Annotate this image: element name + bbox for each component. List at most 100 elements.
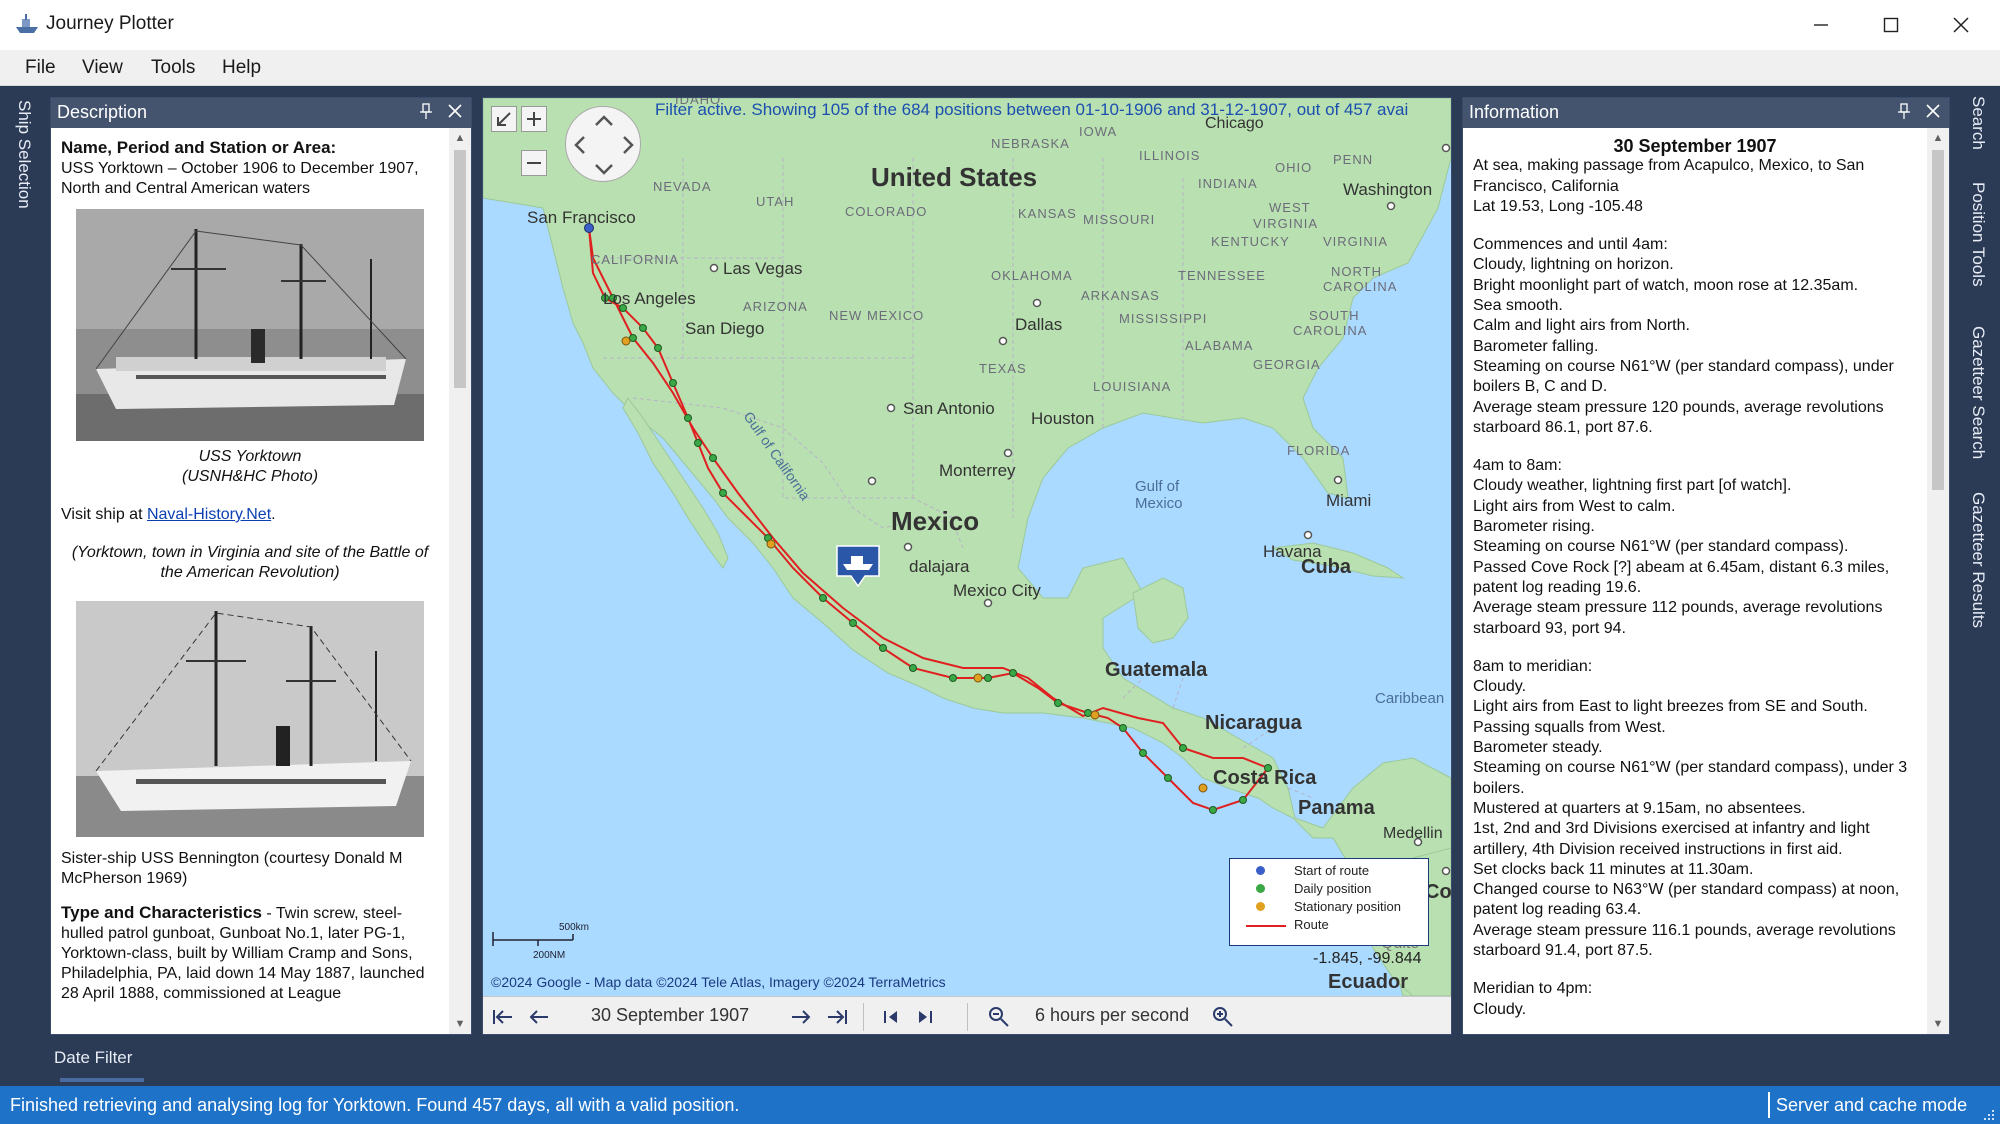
label-los-angeles: Los Angeles xyxy=(603,289,696,308)
information-panel-header: Information xyxy=(1463,98,1949,128)
log-date: 30 September 1907 xyxy=(1613,136,1777,156)
label-west-virginia: WEST xyxy=(1269,200,1311,215)
label-ohio: OHIO xyxy=(1275,160,1312,175)
close-window-button[interactable] xyxy=(1926,0,1996,50)
ship-photo-bennington xyxy=(76,601,424,837)
log-line: Steaming on course N61°W (per standard c… xyxy=(1473,538,1849,556)
label-indiana: INDIANA xyxy=(1198,176,1258,191)
next-day-button[interactable] xyxy=(789,1007,813,1027)
label-florida: FLORIDA xyxy=(1287,443,1350,458)
photo1-caption-name: USS Yorktown xyxy=(198,448,302,465)
tab-gazetteer-results[interactable]: Gazetteer Results xyxy=(1968,492,1988,628)
slower-button[interactable] xyxy=(987,1005,1011,1029)
log-line: Steaming on course N61°W (per standard c… xyxy=(1473,357,1894,396)
label-texas: TEXAS xyxy=(979,361,1027,376)
log-line: Calm and light airs from North. xyxy=(1473,317,1690,335)
label-las-vegas: Las Vegas xyxy=(723,259,802,278)
log-line: Bright moonlight part of watch, moon ros… xyxy=(1473,276,1859,294)
fit-route-button[interactable] xyxy=(491,106,517,132)
label-north-carolina-2: CAROLINA xyxy=(1323,279,1397,294)
label-oklahoma: OKLAHOMA xyxy=(991,268,1073,283)
menu-tools[interactable]: Tools xyxy=(151,57,195,79)
log-line: At sea, making passage from Acapulco, Me… xyxy=(1473,157,1865,195)
tab-position-tools[interactable]: Position Tools xyxy=(1968,182,1988,287)
map-legend: Start of route Daily position Stationary… xyxy=(1229,858,1429,946)
label-mexico: Mexico xyxy=(891,506,979,536)
visit-suffix: . xyxy=(271,506,276,523)
log-line: Light airs from West to calm. xyxy=(1473,497,1676,515)
label-monterrey: Monterrey xyxy=(939,461,1016,480)
label-houston: Houston xyxy=(1031,409,1094,428)
description-scrollbar[interactable]: ▲ ▼ xyxy=(449,128,471,1034)
status-mode: Server and cache mode xyxy=(1776,1095,1968,1115)
close-panel-icon[interactable] xyxy=(1925,102,1941,120)
information-panel-title: Information xyxy=(1469,102,1560,122)
naval-history-link[interactable]: Naval-History.Net xyxy=(147,506,271,523)
log-line: 4am to 8am: xyxy=(1473,457,1562,475)
tab-date-filter[interactable]: Date Filter xyxy=(50,1042,145,1082)
information-panel: Information 30 September 1907 At sea, ma… xyxy=(1462,97,1950,1035)
step-forward-button[interactable] xyxy=(915,1007,935,1027)
collapse-arrow-icon xyxy=(497,112,511,126)
coordinates-readout: -1.845, -99.844 xyxy=(1313,950,1422,967)
scroll-up-icon[interactable]: ▲ xyxy=(454,132,466,144)
map-view[interactable]: 500km 200NM United States Mexico Cuba Gu… xyxy=(482,97,1452,1035)
town-note: (Yorktown, town in Virginia and site of … xyxy=(71,544,429,581)
tab-search[interactable]: Search xyxy=(1968,96,1988,150)
faster-button[interactable] xyxy=(1211,1005,1235,1029)
ship-photo-yorktown xyxy=(76,209,424,441)
label-missouri: MISSOURI xyxy=(1083,212,1155,227)
menu-view[interactable]: View xyxy=(82,57,123,79)
resize-grip-icon[interactable] xyxy=(1982,1108,1996,1122)
filter-status-text: Filter active. Showing 105 of the 684 po… xyxy=(655,100,1409,119)
scroll-thumb[interactable] xyxy=(454,150,466,388)
label-costa-rica: Costa Rica xyxy=(1213,767,1317,789)
minimize-button[interactable] xyxy=(1786,0,1856,50)
scroll-down-icon[interactable]: ▼ xyxy=(454,1018,466,1030)
playback-speed: 6 hours per second xyxy=(1035,1005,1190,1025)
menu-file[interactable]: File xyxy=(25,57,56,79)
label-gulf-of-mexico: Gulf of xyxy=(1135,478,1180,495)
maximize-button[interactable] xyxy=(1856,0,1926,50)
close-panel-icon[interactable] xyxy=(447,102,463,120)
tab-gazetteer-search[interactable]: Gazetteer Search xyxy=(1968,326,1988,459)
log-spacer xyxy=(1473,639,1917,657)
plus-icon xyxy=(527,112,541,126)
pan-control[interactable] xyxy=(565,106,641,182)
status-message: Finished retrieving and analysing log fo… xyxy=(10,1095,740,1115)
scroll-down-icon[interactable]: ▼ xyxy=(1932,1018,1944,1030)
step-back-button[interactable] xyxy=(881,1007,901,1027)
tab-ship-selection[interactable]: Ship Selection xyxy=(14,100,34,209)
last-position-button[interactable] xyxy=(825,1007,849,1027)
log-line: Cloudy, lightning on horizon. xyxy=(1473,256,1674,274)
scroll-thumb[interactable] xyxy=(1932,150,1944,490)
log-line: Mustered at quarters at 9.15am, no absen… xyxy=(1473,799,1806,817)
log-line: Cloudy. xyxy=(1473,1000,1527,1018)
log-line: Light airs from East to light breezes fr… xyxy=(1473,698,1868,716)
menu-help[interactable]: Help xyxy=(222,57,261,79)
label-caribbean: Caribbean xyxy=(1375,690,1444,707)
zoom-out-button[interactable] xyxy=(521,150,547,176)
log-line: Set clocks back 11 minutes at 11.30am. xyxy=(1473,860,1754,878)
label-san-diego: San Diego xyxy=(685,319,764,338)
pin-icon[interactable] xyxy=(419,102,433,120)
log-line: Cloudy weather, lightning first part [of… xyxy=(1473,477,1792,495)
label-colorado: COLORADO xyxy=(845,204,927,219)
description-heading: Name, Period and Station or Area: xyxy=(61,138,337,157)
previous-day-button[interactable] xyxy=(527,1007,551,1027)
label-virginia: VIRGINIA xyxy=(1323,234,1388,249)
description-content: Name, Period and Station or Area: USS Yo… xyxy=(51,128,449,1034)
first-position-button[interactable] xyxy=(491,1007,515,1027)
information-scrollbar[interactable]: ▲ ▼ xyxy=(1927,128,1949,1034)
label-west-virginia-2: VIRGINIA xyxy=(1253,216,1318,231)
pin-icon[interactable] xyxy=(1897,102,1911,120)
close-icon xyxy=(1953,17,1969,33)
playback-toolbar: 30 September 1907 6 hours per second xyxy=(483,996,1451,1034)
maximize-icon xyxy=(1883,17,1899,33)
zoom-in-button[interactable] xyxy=(521,106,547,132)
scroll-up-icon[interactable]: ▲ xyxy=(1932,132,1944,144)
legend-start: Start of route xyxy=(1294,863,1370,878)
label-kansas: KANSAS xyxy=(1018,206,1077,221)
type-heading: Type and Characteristics xyxy=(61,903,262,922)
label-new-mexico: NEW MEXICO xyxy=(829,308,924,323)
